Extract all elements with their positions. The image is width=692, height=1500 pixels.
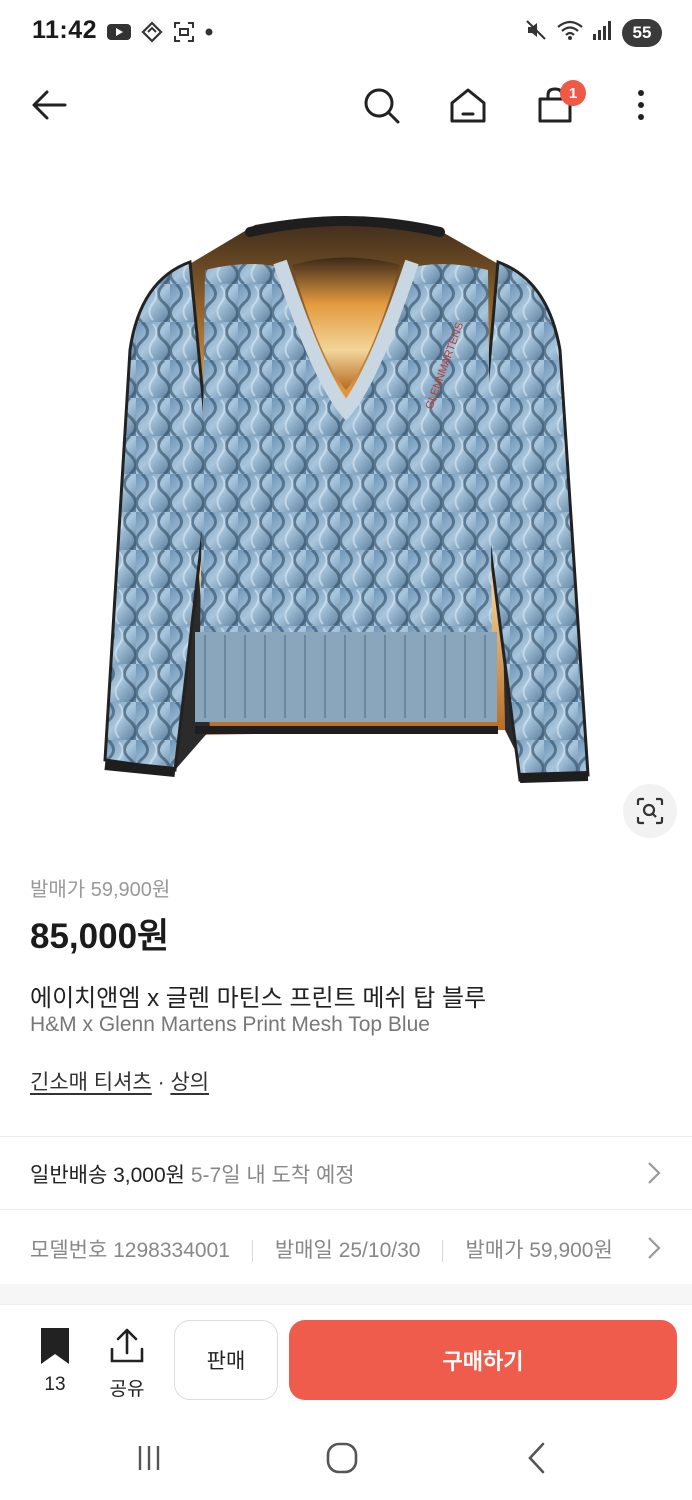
- shipping-eta: 5-7일 내 도착 예정: [190, 1164, 355, 1187]
- share-icon: [108, 1328, 146, 1369]
- product-title-korean: 에이치앤엠 x 글렌 마틴스 프린트 메쉬 탑 블루: [30, 985, 487, 1012]
- more-icon[interactable]: [620, 84, 662, 126]
- home-icon[interactable]: [447, 84, 489, 126]
- product-meta: 모델번호 1298334001 발매일 25/10/30 발매가 59,900원: [30, 1234, 636, 1264]
- category-breadcrumb: 긴소매 티셔츠 · 상의: [30, 1066, 209, 1096]
- wifi-icon: [556, 18, 584, 47]
- app-bar: 1: [0, 64, 692, 148]
- image-search-button[interactable]: [623, 784, 677, 838]
- meta-separator: [251, 1240, 253, 1263]
- youtube-icon: [106, 22, 132, 47]
- section-spacer: [0, 1284, 692, 1304]
- signal-icon: [592, 18, 614, 47]
- share-label: 공유: [109, 1379, 145, 1400]
- system-navigation-bar: [0, 1414, 692, 1500]
- bottom-action-bar: 13 공유 판매 구매하기: [0, 1304, 692, 1414]
- product-title-english: H&M x Glenn Martens Print Mesh Top Blue: [30, 1013, 430, 1036]
- screenshot-icon: [172, 20, 196, 49]
- category-link-tops[interactable]: 상의: [170, 1071, 209, 1094]
- product-image[interactable]: GLENNMARTENS: [0, 170, 692, 850]
- bookmark-count: 13: [44, 1374, 66, 1395]
- mute-icon: [524, 18, 548, 47]
- status-notification-icons: [106, 20, 214, 49]
- cart-count-badge: 1: [560, 80, 586, 106]
- shipping-info: 일반배송 3,000원 5-7일 내 도착 예정: [30, 1159, 355, 1189]
- recent-apps-icon[interactable]: [129, 1438, 169, 1478]
- lens-icon: [636, 797, 664, 825]
- shipping-fee: 일반배송 3,000원: [30, 1164, 185, 1187]
- release-price-label: 발매가 59,900원: [30, 879, 171, 901]
- model-number: 모델번호 1298334001: [30, 1239, 230, 1262]
- release-date: 발매일 25/10/30: [274, 1239, 421, 1262]
- chevron-right-icon: [646, 1161, 662, 1185]
- status-system-icons: 55: [524, 18, 662, 47]
- chevron-right-icon: [646, 1236, 662, 1260]
- sync-icon: [140, 20, 164, 49]
- status-bar: 11:42 55: [0, 0, 692, 64]
- cart-icon[interactable]: 1: [534, 80, 586, 126]
- bookmark-icon: [38, 1328, 72, 1369]
- category-link-longsleeve[interactable]: 긴소매 티셔츠: [30, 1071, 152, 1094]
- sell-button[interactable]: 판매: [174, 1320, 278, 1400]
- mesh-top-illustration: GLENNMARTENS: [103, 216, 590, 783]
- search-icon[interactable]: [360, 84, 402, 126]
- meta-separator: [442, 1240, 444, 1263]
- back-icon[interactable]: [28, 84, 70, 126]
- home-nav-icon[interactable]: [322, 1438, 362, 1478]
- buy-button[interactable]: 구매하기: [289, 1320, 677, 1400]
- status-time: 11:42: [32, 16, 98, 44]
- product-meta-row[interactable]: 모델번호 1298334001 발매일 25/10/30 발매가 59,900원: [0, 1210, 692, 1284]
- battery-indicator: 55: [622, 18, 662, 47]
- dot-icon: [204, 20, 214, 49]
- category-separator: ·: [151, 1071, 171, 1094]
- meta-release-price: 발매가 59,900원: [465, 1239, 613, 1262]
- back-nav-icon[interactable]: [517, 1438, 557, 1478]
- share-button[interactable]: 공유: [106, 1327, 148, 1401]
- shipping-row[interactable]: 일반배송 3,000원 5-7일 내 도착 예정: [0, 1137, 692, 1209]
- current-price: 85,000원: [30, 917, 170, 956]
- bookmark-button[interactable]: 13: [34, 1327, 76, 1396]
